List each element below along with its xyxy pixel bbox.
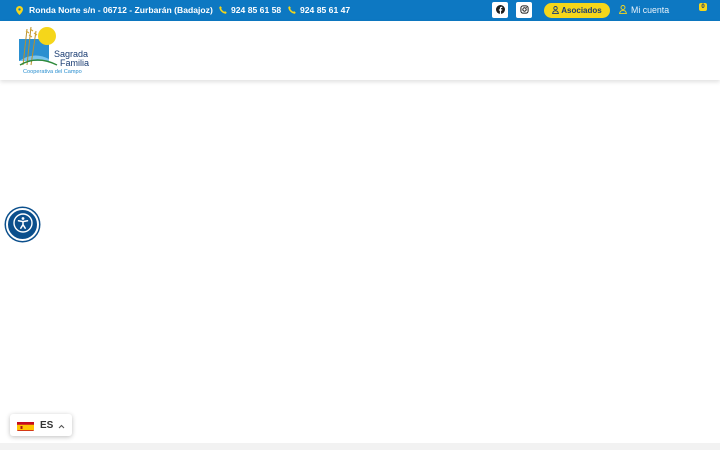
- chevron-up-icon: [58, 416, 65, 434]
- page-bottom-band: [0, 443, 720, 450]
- accessibility-icon: [12, 213, 33, 236]
- my-account-link[interactable]: Mi cuenta: [631, 5, 669, 15]
- phone-icon: [219, 6, 227, 16]
- site-header: Sagrada Familia Cooperativa del Campo: [0, 21, 720, 80]
- accessibility-button[interactable]: [6, 208, 39, 241]
- asociados-button[interactable]: Asociados: [544, 3, 610, 18]
- language-code: ES: [40, 419, 54, 431]
- cart-count-badge[interactable]: 0: [699, 3, 707, 11]
- phone-link-2[interactable]: 924 85 61 47: [300, 5, 350, 15]
- phone-link-1[interactable]: 924 85 61 58: [231, 5, 281, 15]
- user-icon: [619, 5, 627, 16]
- logo-text-line2: Familia: [60, 58, 90, 68]
- language-switcher[interactable]: ES: [10, 414, 72, 436]
- spain-flag-icon: [17, 420, 34, 431]
- address-text: Ronda Norte s/n - 06712 - Zurbarán (Bada…: [29, 5, 213, 15]
- phone-icon: [288, 6, 296, 16]
- instagram-button[interactable]: [516, 2, 532, 18]
- site-logo[interactable]: Sagrada Familia Cooperativa del Campo: [17, 25, 95, 75]
- top-bar: Ronda Norte s/n - 06712 - Zurbarán (Bada…: [0, 0, 720, 21]
- facebook-button[interactable]: [492, 2, 508, 18]
- asociados-label: Asociados: [561, 6, 602, 15]
- user-icon: [552, 5, 560, 16]
- logo-tagline: Cooperativa del Campo: [23, 69, 82, 75]
- location-pin-icon: [16, 6, 23, 17]
- facebook-icon: [495, 4, 505, 16]
- instagram-icon: [519, 4, 529, 16]
